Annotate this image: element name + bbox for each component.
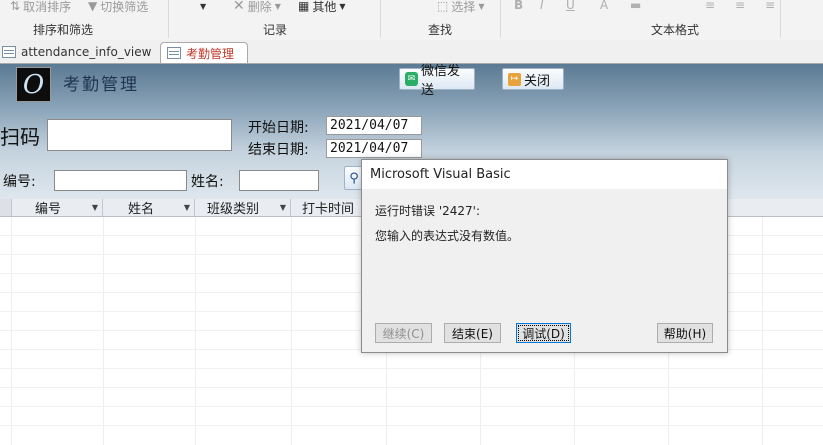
debug-button[interactable]: 调试(D) (516, 323, 571, 343)
id-input[interactable] (54, 170, 187, 191)
column-header-class-type[interactable]: 班级类别 ▼ (195, 199, 291, 217)
name-label: 姓名: (191, 174, 224, 190)
grid-line (195, 217, 196, 445)
close-button[interactable]: ↦ 关闭 (502, 68, 564, 90)
find-group-label: 查找 (428, 23, 453, 37)
delete-icon: ✕ (233, 0, 245, 14)
chevron-down-icon: ▼ (339, 1, 346, 11)
error-code: 运行时错误 '2427': (375, 204, 480, 218)
exit-icon: ↦ (508, 72, 521, 86)
id-label: 编号: (3, 174, 36, 190)
highlight-icon[interactable]: ▬ (630, 0, 641, 12)
form-icon (167, 47, 181, 59)
end-button[interactable]: 结束(E) (444, 323, 501, 343)
end-date-field[interactable]: 2021/04/07 (326, 139, 422, 158)
start-date-label: 开始日期: (248, 120, 309, 136)
tab-attendance-info-view[interactable]: attendance_info_view (0, 42, 158, 62)
grid-line (0, 387, 823, 388)
text-format-group-label: 文本格式 (651, 23, 700, 37)
ribbon-separator (500, 0, 501, 38)
logo: O (16, 67, 51, 102)
font-color-icon[interactable]: A (600, 0, 608, 12)
column-header-id[interactable]: 编号 ▼ (11, 199, 103, 217)
tab-attendance-management[interactable]: 考勤管理 (160, 42, 248, 63)
grid-line (0, 425, 823, 426)
wechat-send-button[interactable]: ✉ 微信发送 (399, 64, 475, 98)
table-icon (2, 46, 16, 58)
delete-button[interactable]: ✕ 删除 ▼ (233, 0, 281, 14)
align-left-icon[interactable]: ≡ (705, 0, 715, 12)
grid-line (11, 217, 12, 445)
scan-label: 扫码 (0, 125, 40, 149)
records-dropdown[interactable]: ▼ (200, 0, 206, 14)
wechat-icon: ✉ (405, 72, 418, 86)
italic-button[interactable]: I (540, 0, 544, 12)
select-icon: ⬚ (437, 0, 449, 13)
grid-line (762, 217, 763, 445)
dialog-title: Microsoft Visual Basic (362, 160, 727, 189)
filter-icon: ▼ (88, 0, 98, 13)
document-tabs: attendance_info_view 考勤管理 (0, 40, 823, 64)
name-input[interactable] (239, 170, 319, 191)
chevron-down-icon: ▼ (478, 1, 485, 11)
align-center-icon[interactable]: ≡ (735, 0, 745, 12)
cancel-sort-icon: ⇅ (10, 0, 21, 13)
form-title: 考勤管理 (63, 75, 139, 95)
grid-line (0, 368, 823, 369)
help-button[interactable]: 帮助(H) (657, 323, 713, 343)
start-date-field[interactable]: 2021/04/07 (326, 116, 422, 135)
ribbon-separator (380, 0, 381, 38)
scan-input[interactable] (47, 119, 232, 151)
chevron-down-icon: ▼ (200, 1, 207, 11)
ribbon: ⇅ 取消排序 ▼ 切换筛选 排序和筛选 ▼ ✕ 删除 ▼ ▦ 其他 ▼ 记录 ⬚… (0, 0, 823, 41)
select-button[interactable]: ⬚ 选择 ▼ (437, 0, 485, 14)
toggle-filter-button[interactable]: ▼ 切换筛选 (88, 0, 148, 14)
chevron-down-icon[interactable]: ▼ (184, 203, 190, 212)
continue-button[interactable]: 继续(C) (375, 323, 432, 343)
error-message: 您输入的表达式没有数值。 (375, 229, 520, 243)
sort-filter-group-label: 排序和筛选 (33, 23, 94, 37)
other-button[interactable]: ▦ 其他 ▼ (298, 0, 346, 14)
chevron-down-icon[interactable]: ▼ (280, 203, 286, 212)
bold-button[interactable]: B (514, 0, 523, 12)
grid-line (291, 217, 292, 445)
cancel-sort-button[interactable]: ⇅ 取消排序 (10, 0, 71, 14)
vba-error-dialog: Microsoft Visual Basic 运行时错误 '2427': 您输入… (361, 159, 728, 353)
ribbon-separator (168, 0, 169, 38)
underline-button[interactable]: U (566, 0, 575, 12)
records-group-label: 记录 (263, 23, 288, 37)
align-right-icon[interactable]: ≡ (765, 0, 775, 12)
ribbon-separator (780, 0, 781, 38)
grid-line (0, 406, 823, 407)
chevron-down-icon[interactable]: ▼ (92, 203, 98, 212)
end-date-label: 结束日期: (248, 142, 309, 158)
grid-line (103, 217, 104, 445)
search-icon: ⚲ (349, 170, 359, 186)
chevron-down-icon: ▼ (274, 1, 281, 11)
column-header-name[interactable]: 姓名 ▼ (103, 199, 195, 217)
other-icon: ▦ (298, 0, 310, 13)
